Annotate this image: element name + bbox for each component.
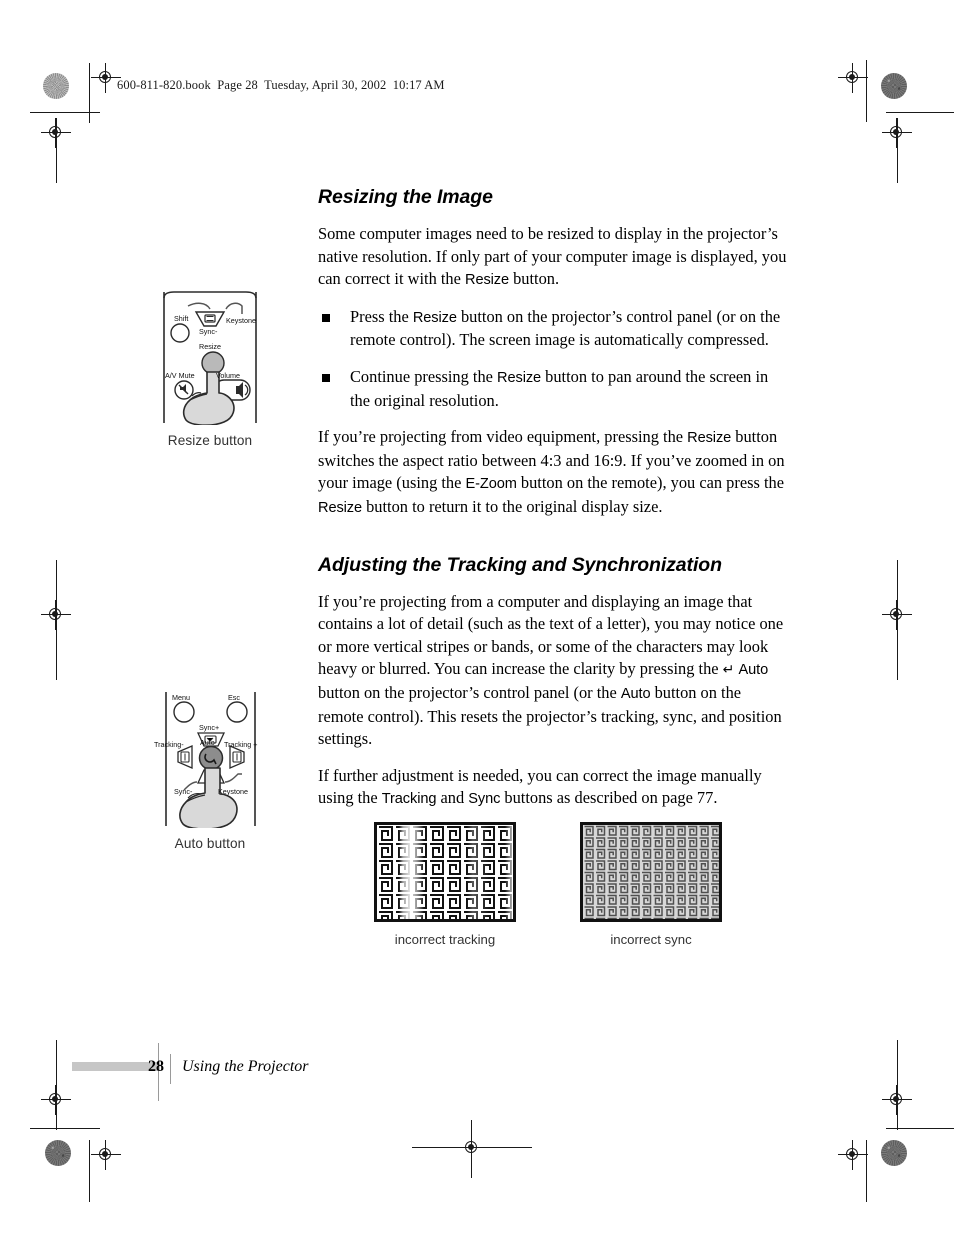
ui-term-tracking: Tracking xyxy=(381,791,437,808)
list-item: Continue pressing the Resize button to p… xyxy=(318,366,788,412)
svg-text:Tracking-: Tracking- xyxy=(154,740,184,749)
registration-halftone-bottom-left xyxy=(45,1140,71,1166)
figure-caption-auto: Auto button xyxy=(174,836,246,851)
crop-line-left-lower-horizontal xyxy=(30,1128,100,1130)
sample-incorrect-sync: incorrect sync xyxy=(580,822,722,947)
greek-key-pattern-sync xyxy=(583,825,719,919)
greek-key-pattern-tracking xyxy=(377,825,513,919)
pattern-samples-row: incorrect tracking incorrect sync xyxy=(318,822,788,952)
outro-text-d: button to return it to the original disp… xyxy=(362,496,663,516)
registration-target-right-lower xyxy=(882,1085,912,1115)
ui-term-resize-3: Resize xyxy=(497,369,542,386)
section-title-tracking: Adjusting the Tracking and Synchronizati… xyxy=(318,553,722,576)
svg-text:Shift: Shift xyxy=(174,314,188,323)
registration-halftone-top-left xyxy=(43,73,69,99)
ui-term-resize-4: Resize xyxy=(687,430,732,447)
resizing-intro-paragraph: Some computer images need to be resized … xyxy=(318,223,788,292)
registration-target-top-right-inner xyxy=(838,63,868,93)
crop-line-bottom-center xyxy=(412,1147,532,1149)
crop-line-left-upper-horizontal xyxy=(30,112,100,114)
registration-target-bottom-right xyxy=(838,1140,868,1170)
square-bullet-icon xyxy=(322,373,330,382)
svg-text:Sync+: Sync+ xyxy=(199,723,219,732)
registration-target-left-upper xyxy=(41,118,71,148)
crop-line-right-lower-horizontal xyxy=(886,1128,954,1130)
figure-caption-resize: Resize button xyxy=(167,433,253,448)
resize-control-panel-illustration: Shift Keystone Sync- Resize A/V Mute Vol… xyxy=(163,291,257,425)
footer-section-name: Using the Projector xyxy=(182,1058,309,1075)
svg-text:Esc: Esc xyxy=(228,693,240,702)
tracking-paragraph-2: If further adjustment is needed, you can… xyxy=(318,765,788,811)
ui-term-ezoom: E-Zoom xyxy=(465,476,517,493)
enter-arrow-icon: ↵ xyxy=(722,662,735,679)
outro-text-c: button on the remote), you can press the xyxy=(516,473,784,493)
crop-line-left-middle xyxy=(56,560,58,680)
tracking-text-f: buttons as described on page 77. xyxy=(500,788,718,808)
ui-term-resize-5: Resize xyxy=(318,499,363,516)
ui-term-auto-2: Auto xyxy=(620,685,651,702)
page-file-header: 600-811-820.book Page 28 Tuesday, April … xyxy=(117,78,445,92)
registration-halftone-bottom-right xyxy=(881,1140,907,1166)
tracking-paragraph-1: If you’re projecting from a computer and… xyxy=(318,591,788,751)
page-title: Resizing the Image xyxy=(318,186,493,208)
registration-halftone-top-right xyxy=(881,73,907,99)
resizing-intro-text-2: button. xyxy=(509,269,560,289)
registration-target-bottom-center xyxy=(457,1133,487,1163)
tracking-text-a: If you’re projecting from a computer and… xyxy=(318,591,784,679)
page-footer: 28 Using the Projector xyxy=(72,1054,472,1088)
tracking-text-b: button on the projector’s control panel … xyxy=(318,682,621,702)
resizing-outro-paragraph: If you’re projecting from video equipmen… xyxy=(318,426,788,519)
sample-caption-tracking: incorrect tracking xyxy=(394,932,496,947)
ui-term-resize-2: Resize xyxy=(412,309,457,326)
sample-incorrect-tracking: incorrect tracking xyxy=(374,822,516,947)
registration-target-bottom-left xyxy=(91,1140,121,1170)
bullet-text-pre-1: Press the xyxy=(350,306,413,326)
svg-text:Sync-: Sync- xyxy=(174,787,193,796)
sample-caption-sync: incorrect sync xyxy=(610,932,692,947)
tracking-text-e: and xyxy=(436,788,469,808)
ui-term-resize-1: Resize xyxy=(465,272,510,289)
sample-frame-tracking xyxy=(374,822,516,922)
crop-line-bottom-right-vertical xyxy=(866,1140,868,1202)
outro-text-a: If you’re projecting from video equipmen… xyxy=(318,427,688,447)
crop-line-right-upper-horizontal xyxy=(886,112,954,114)
auto-control-panel-illustration: Menu Esc Sync+ Tracking- Tracking + Auto… xyxy=(154,692,258,828)
registration-target-left-middle xyxy=(41,600,71,630)
crop-line-left-column xyxy=(56,118,58,183)
sample-frame-sync xyxy=(580,822,722,922)
registration-target-right-upper xyxy=(882,118,912,148)
ui-term-sync: Sync xyxy=(468,791,501,808)
svg-text:Menu: Menu xyxy=(172,693,190,702)
square-bullet-icon xyxy=(322,313,330,322)
svg-text:Volume: Volume xyxy=(216,371,240,380)
svg-text:Tracking +: Tracking + xyxy=(224,740,258,749)
crop-line-right-lower-vertical xyxy=(897,1040,899,1130)
footer-divider xyxy=(170,1054,172,1084)
main-content-column: Resizing the Image Some computer images … xyxy=(318,186,788,823)
crop-line-right-column xyxy=(897,118,899,183)
svg-text:A/V Mute: A/V Mute xyxy=(165,371,195,380)
figure-auto-button: Menu Esc Sync+ Tracking- Tracking + Auto… xyxy=(152,690,268,851)
svg-text:Resize: Resize xyxy=(199,342,221,351)
list-item: Press the Resize button on the projector… xyxy=(318,306,788,352)
crop-line-left-lower-vertical xyxy=(56,1040,58,1130)
crop-line-top-left-vertical xyxy=(89,63,91,123)
crop-line-bottom-center-vertical xyxy=(471,1120,473,1178)
crop-line-top-right-vertical xyxy=(866,60,868,122)
svg-text:Keystone: Keystone xyxy=(218,787,248,796)
crop-line-bottom-left-vertical xyxy=(89,1140,91,1202)
registration-target-right-middle xyxy=(882,600,912,630)
resizing-steps-list: Press the Resize button on the projector… xyxy=(318,306,788,412)
crop-line-right-middle xyxy=(897,560,899,680)
ui-term-auto-1: Auto xyxy=(738,662,769,679)
registration-target-left-lower xyxy=(41,1085,71,1115)
svg-text:Sync-: Sync- xyxy=(199,327,218,336)
footer-page-number: 28 xyxy=(148,1058,164,1075)
bullet-text-pre-2: Continue pressing the xyxy=(350,366,498,386)
svg-text:Auto: Auto xyxy=(200,738,215,747)
svg-text:Keystone: Keystone xyxy=(226,316,256,325)
figure-resize-button: Shift Keystone Sync- Resize A/V Mute Vol… xyxy=(152,290,268,448)
